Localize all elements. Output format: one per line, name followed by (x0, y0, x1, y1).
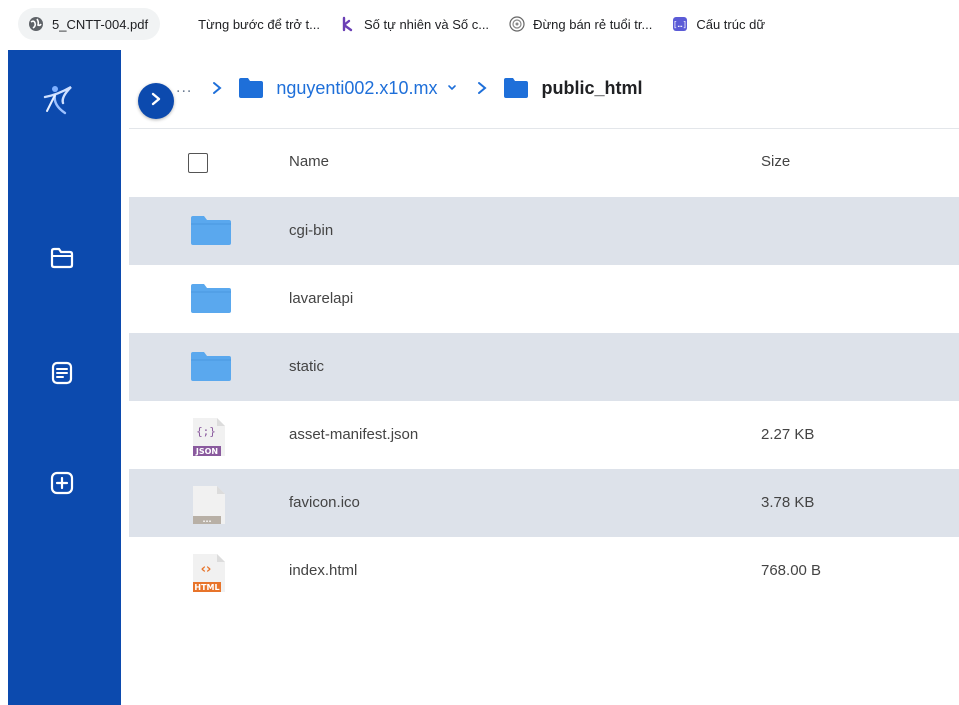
table-row[interactable]: {;} JSON asset-manifest.json 2.27 KB (129, 401, 959, 469)
generic-badge-label: ... (202, 515, 211, 524)
json-glyph: {;} (196, 425, 216, 438)
sidebar-toggle-button[interactable] (138, 83, 174, 119)
folder-icon (189, 282, 233, 322)
globe-icon (28, 16, 44, 32)
file-name: static (289, 358, 325, 375)
file-name: favicon.ico (289, 494, 360, 511)
bookmark-so-tu-nhien[interactable]: Số tự nhiên và Số c... (330, 8, 499, 40)
k-logo-icon (340, 16, 356, 32)
chevron-right-icon (212, 81, 222, 95)
sidebar (8, 50, 121, 705)
select-all-checkbox[interactable] (188, 153, 208, 173)
column-header-name[interactable]: Name (289, 153, 329, 170)
html-badge-label: HTML (194, 583, 219, 592)
file-name: index.html (289, 562, 358, 579)
json-badge-label: JSON (195, 447, 218, 456)
svg-text:[…]: […] (673, 20, 687, 29)
table-row[interactable]: ... favicon.ico 3.78 KB (129, 469, 959, 537)
chevron-down-icon[interactable] (447, 84, 457, 92)
add-nav-icon[interactable] (49, 470, 75, 496)
file-name: asset-manifest.json (289, 426, 419, 443)
table-row[interactable]: lavarelapi (129, 265, 959, 333)
bookmarks-bar: 5_CNTT-004.pdf Từng bước để trở t... Số … (0, 0, 959, 48)
code-icon: […] (672, 16, 688, 32)
folder-icon (189, 350, 233, 390)
table-row[interactable]: static (129, 333, 959, 401)
table-row[interactable]: cgi-bin (129, 197, 959, 265)
column-header-size[interactable]: Size (761, 153, 790, 170)
folder-icon (238, 77, 264, 99)
chevron-right-icon (477, 81, 488, 95)
table-header: Name Size (129, 129, 959, 197)
folder-icon (189, 214, 233, 254)
html-glyph: ‹› (201, 562, 212, 577)
breadcrumb: ... nguyenti002.x10.mx public_html (176, 70, 642, 106)
breadcrumb-ellipsis[interactable]: ... (176, 79, 192, 97)
file-size: 3.78 KB (761, 494, 815, 511)
bookmark-cau-truc[interactable]: […] Cấu trúc dữ (662, 8, 775, 40)
json-file-icon: {;} JSON (189, 418, 233, 458)
bookmark-label: Cấu trúc dữ (696, 16, 766, 32)
bookmark-label: 5_CNTT-004.pdf (52, 16, 149, 32)
html-file-icon: ‹› HTML (189, 554, 233, 594)
table-row[interactable]: ‹› HTML index.html 768.00 B (129, 537, 959, 605)
chevron-right-icon (150, 92, 162, 111)
file-name: cgi-bin (289, 222, 334, 239)
folder-nav-icon[interactable] (49, 245, 75, 271)
file-size: 768.00 B (761, 562, 822, 579)
bookmark-pdf[interactable]: 5_CNTT-004.pdf (18, 8, 161, 40)
file-name: lavarelapi (289, 290, 354, 307)
document-nav-icon[interactable] (49, 360, 75, 386)
bookmark-label: Số tự nhiên và Số c... (364, 16, 490, 32)
bookmark-dung-ban-re[interactable]: Đừng bán rẻ tuổi tr... (499, 8, 662, 40)
folder-icon (503, 77, 529, 99)
bookmark-label: Đừng bán rẻ tuổi tr... (533, 16, 653, 32)
badge-icon (509, 16, 525, 32)
app-logo-icon[interactable] (41, 83, 77, 119)
breadcrumb-parent-link[interactable]: nguyenti002.x10.mx (276, 78, 437, 99)
file-size: 2.27 KB (761, 426, 815, 443)
generic-file-icon: ... (189, 486, 233, 526)
bookmark-label: Từng bước để trở t... (198, 16, 320, 32)
breadcrumb-current: public_html (541, 77, 643, 98)
bookmark-tung-buoc[interactable]: Từng bước để trở t... (188, 8, 330, 40)
